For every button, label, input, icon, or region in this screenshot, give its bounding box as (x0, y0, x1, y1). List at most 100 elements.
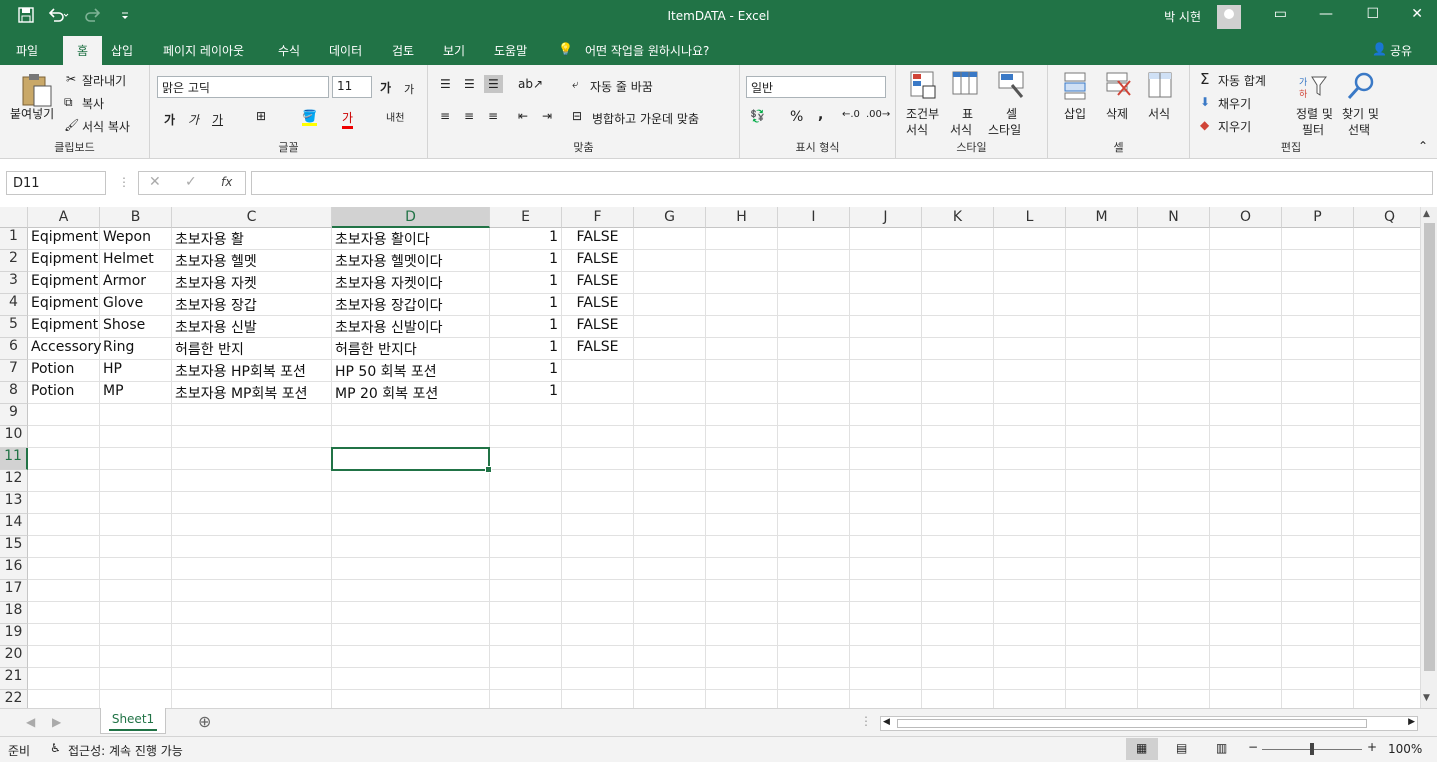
cell[interactable] (922, 448, 994, 470)
decrease-indent-icon[interactable]: ⇤ (518, 109, 528, 123)
cell[interactable] (1066, 690, 1138, 708)
ribbon-display-icon[interactable]: ▭ (1274, 6, 1287, 22)
cell[interactable] (490, 558, 562, 580)
name-box[interactable]: D11 (6, 171, 106, 195)
cell[interactable] (28, 624, 100, 646)
cell[interactable] (332, 690, 490, 708)
tab-home[interactable]: 홈 (63, 36, 103, 65)
avatar[interactable] (1217, 5, 1241, 29)
font-name-select[interactable]: 맑은 고딕 (157, 76, 329, 98)
cell[interactable]: 초보자용 헬멧 (172, 250, 332, 272)
cell[interactable] (706, 426, 778, 448)
row-header[interactable]: 5 (0, 316, 28, 338)
cell[interactable] (1066, 338, 1138, 360)
cell[interactable] (922, 668, 994, 690)
cell[interactable] (994, 558, 1066, 580)
cell[interactable] (778, 228, 850, 250)
format-as-table-button[interactable]: 표 (962, 105, 973, 122)
cell[interactable] (922, 338, 994, 360)
merge-center-button[interactable]: 병합하고 가운데 맞춤 (592, 110, 699, 127)
cell[interactable] (562, 492, 634, 514)
cell[interactable] (1210, 690, 1282, 708)
cell[interactable] (850, 602, 922, 624)
cell[interactable] (778, 668, 850, 690)
vertical-scrollbar[interactable]: ▲ ▼ (1420, 207, 1437, 708)
row-header[interactable]: 17 (0, 580, 28, 602)
cell[interactable] (778, 602, 850, 624)
active-cell-selection[interactable] (331, 447, 492, 473)
cell[interactable] (28, 492, 100, 514)
cell[interactable] (1066, 602, 1138, 624)
increase-indent-icon[interactable]: ⇥ (542, 109, 552, 123)
cell[interactable] (850, 624, 922, 646)
cell[interactable] (562, 404, 634, 426)
column-header[interactable]: N (1138, 207, 1210, 228)
cell[interactable] (706, 294, 778, 316)
accounting-icon[interactable]: 💱 (750, 109, 765, 123)
cell[interactable] (332, 470, 490, 492)
fill-color-icon[interactable]: 🪣 (302, 109, 317, 126)
format-painter-icon[interactable]: 🖌 (64, 118, 79, 132)
cell[interactable] (1282, 624, 1354, 646)
row-header[interactable]: 1 (0, 228, 28, 250)
cell[interactable] (634, 382, 706, 404)
cell[interactable] (1210, 294, 1282, 316)
cell[interactable] (1138, 646, 1210, 668)
cell[interactable] (1066, 470, 1138, 492)
cell[interactable] (562, 624, 634, 646)
cell[interactable] (1282, 272, 1354, 294)
cell[interactable] (1066, 250, 1138, 272)
zoom-in-icon[interactable]: + (1367, 740, 1377, 754)
sort-filter-icon[interactable]: 가하 (1298, 71, 1328, 101)
cell[interactable] (100, 448, 172, 470)
cell[interactable] (1066, 624, 1138, 646)
cell[interactable]: HP (100, 360, 172, 382)
fill-icon[interactable]: ⬇ (1200, 95, 1210, 109)
conditional-format-button[interactable]: 조건부 (906, 105, 939, 122)
cell[interactable] (778, 316, 850, 338)
cell[interactable] (706, 404, 778, 426)
column-header[interactable]: J (850, 207, 922, 228)
column-header[interactable]: G (634, 207, 706, 228)
cell[interactable] (1138, 448, 1210, 470)
cell[interactable] (100, 514, 172, 536)
scroll-down-icon[interactable]: ▼ (1423, 693, 1430, 703)
cell[interactable] (332, 558, 490, 580)
cell[interactable] (1354, 360, 1420, 382)
cell[interactable] (850, 646, 922, 668)
cell[interactable] (778, 514, 850, 536)
cell[interactable] (994, 580, 1066, 602)
cell[interactable] (172, 404, 332, 426)
cell[interactable] (1282, 602, 1354, 624)
conditional-format-icon[interactable] (910, 71, 938, 101)
cell[interactable] (562, 360, 634, 382)
cell[interactable] (922, 360, 994, 382)
cell[interactable]: 초보자용 HP회복 포션 (172, 360, 332, 382)
cell[interactable] (1282, 646, 1354, 668)
cell[interactable] (1066, 668, 1138, 690)
scroll-left-icon[interactable]: ◀ (883, 717, 890, 727)
cell[interactable] (172, 668, 332, 690)
cell[interactable] (1138, 316, 1210, 338)
cell[interactable] (1282, 558, 1354, 580)
cell[interactable] (332, 602, 490, 624)
cell[interactable]: Glove (100, 294, 172, 316)
font-size-select[interactable]: 11 (332, 76, 372, 98)
cell[interactable] (634, 360, 706, 382)
cell[interactable] (706, 514, 778, 536)
cell[interactable] (850, 690, 922, 708)
cell[interactable] (28, 470, 100, 492)
cell[interactable] (172, 646, 332, 668)
row-header[interactable]: 4 (0, 294, 28, 316)
scroll-right-icon[interactable]: ▶ (1408, 717, 1415, 727)
cell[interactable] (1210, 602, 1282, 624)
cell[interactable] (1354, 668, 1420, 690)
cell[interactable] (1138, 272, 1210, 294)
cell[interactable] (850, 514, 922, 536)
cell[interactable]: Potion (28, 382, 100, 404)
cell[interactable] (850, 668, 922, 690)
format-painter-button[interactable]: 서식 복사 (82, 118, 130, 135)
cell[interactable] (1354, 448, 1420, 470)
autosum-button[interactable]: 자동 합계 (1218, 72, 1266, 89)
cell-styles-icon[interactable] (998, 71, 1026, 101)
